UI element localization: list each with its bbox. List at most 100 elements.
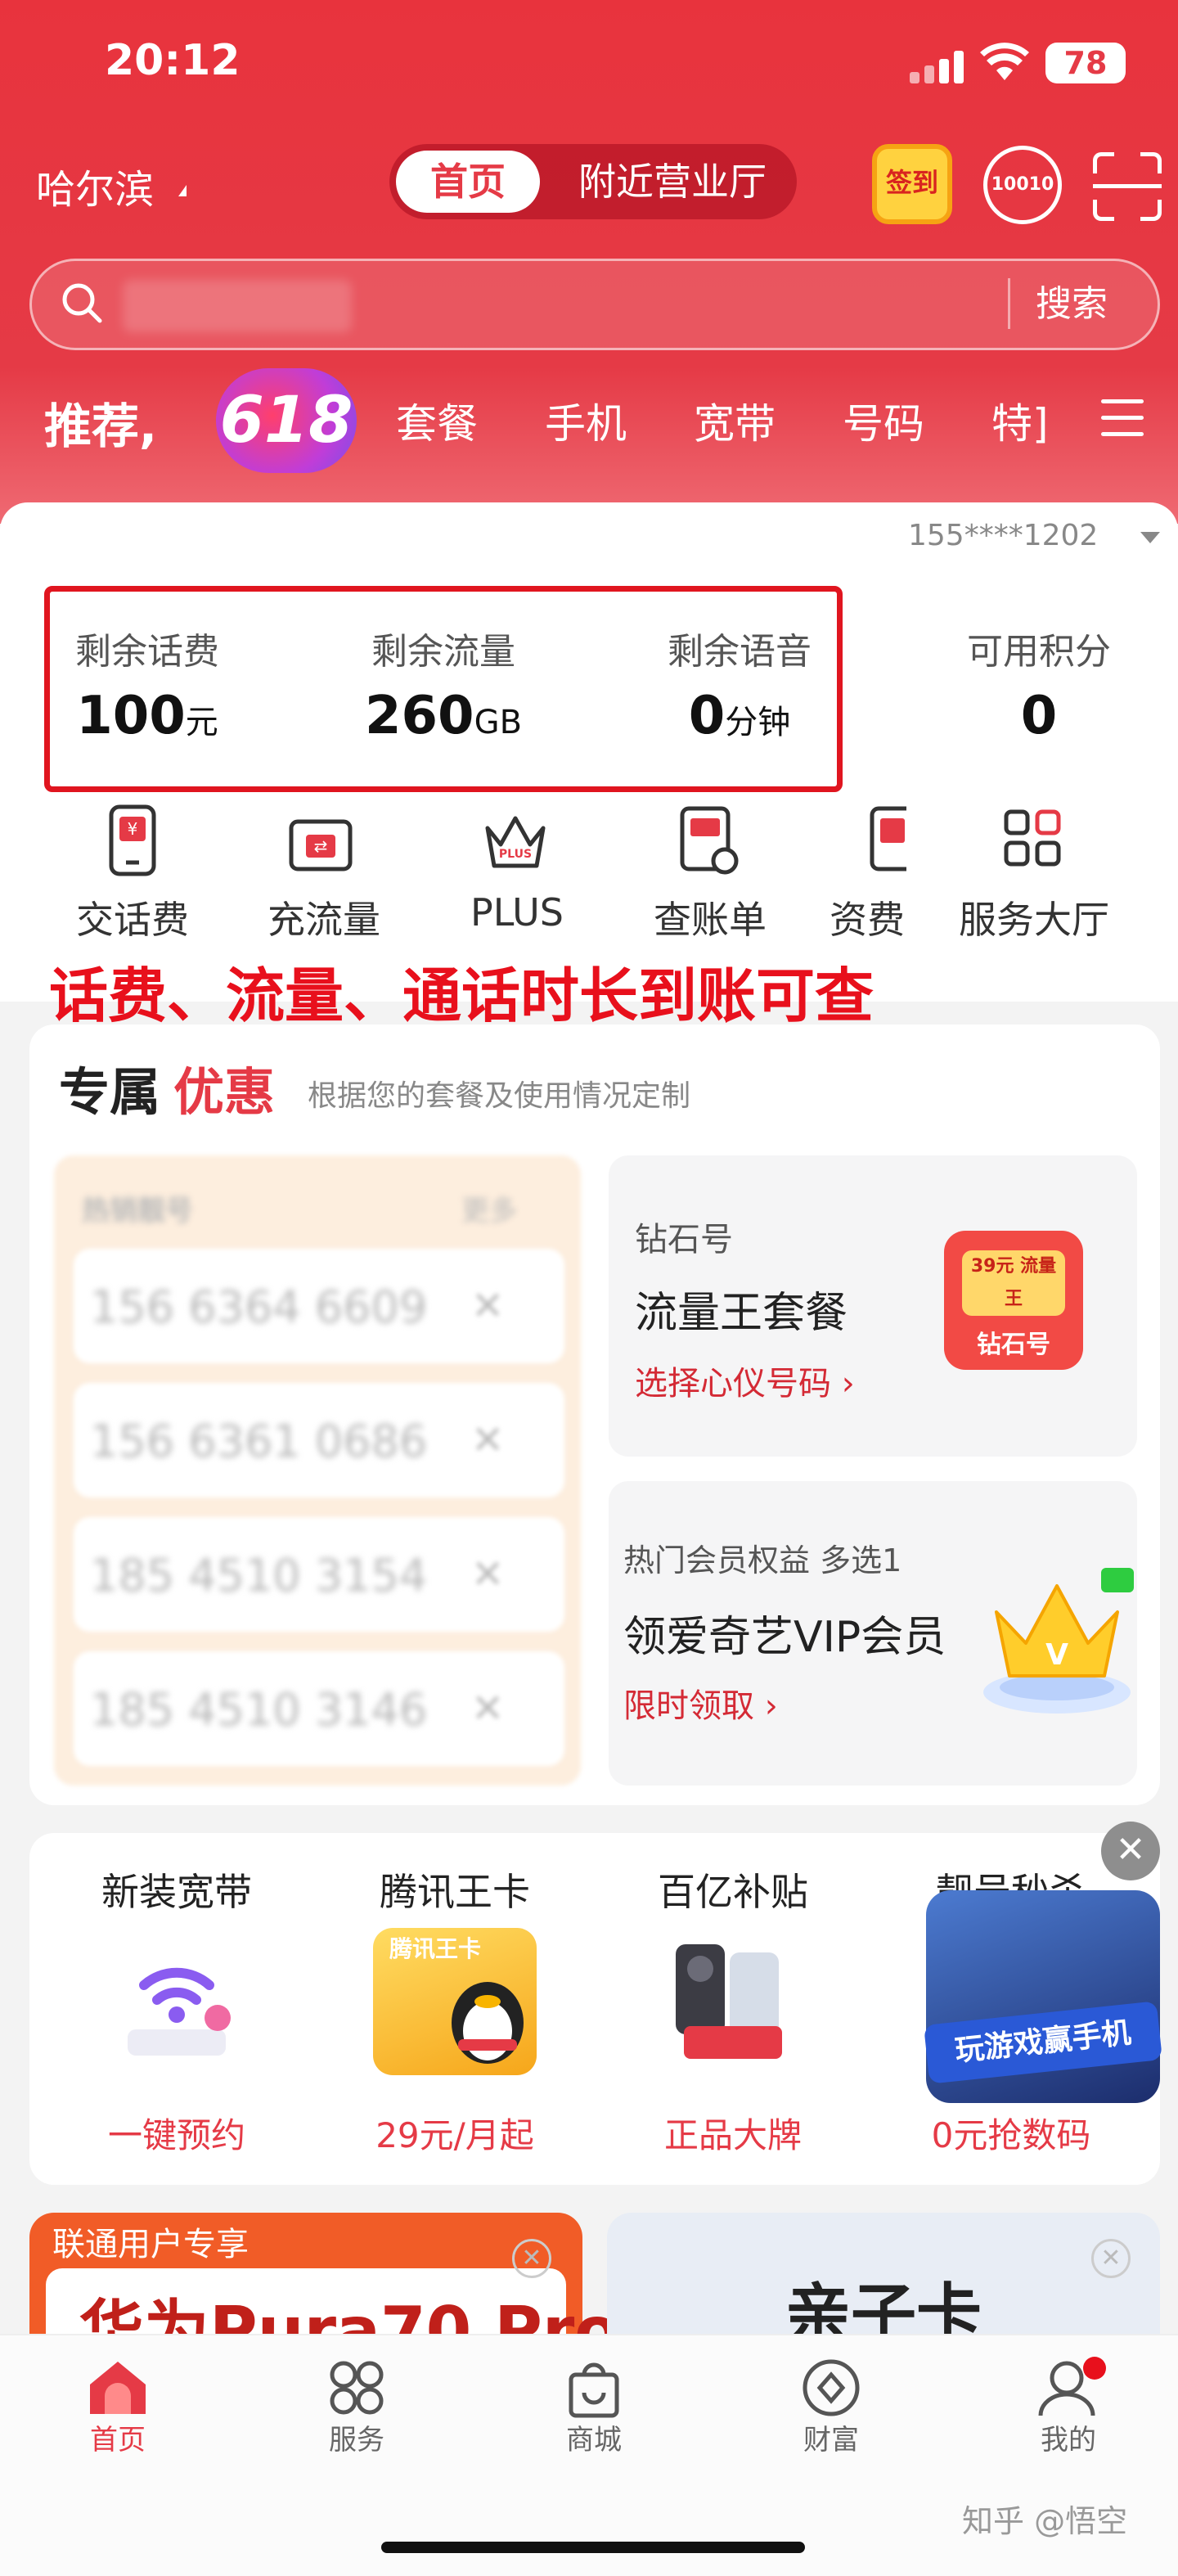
data-recharge-icon[interactable]: ⇄ xyxy=(288,804,353,877)
section-title: 专属 xyxy=(59,1062,161,1122)
stat-label-data: 剩余流量 xyxy=(371,631,515,673)
action-service-hall[interactable]: 服务大厅 xyxy=(936,890,1132,944)
tab-label-mine[interactable]: 我的 xyxy=(1003,2417,1134,2457)
service-sub-king-card[interactable]: 29元/月起 xyxy=(332,2108,578,2158)
status-time: 20:12 xyxy=(105,36,241,85)
service-hotline-button[interactable]: 10010 xyxy=(983,146,1062,224)
action-data-recharge[interactable]: 充流量 xyxy=(226,890,422,944)
home-icon[interactable] xyxy=(85,2357,151,2419)
diamond-card-label: 39元 流量王 xyxy=(962,1250,1065,1316)
search-button[interactable]: 搜索 xyxy=(1036,278,1108,331)
tab-label-home[interactable]: 首页 xyxy=(52,2417,183,2457)
promo-vip-title: 领爱奇艺VIP会员 xyxy=(623,1613,946,1662)
service-sub-broadband[interactable]: 一键预约 xyxy=(54,2108,299,2158)
svg-text:⇄: ⇄ xyxy=(314,836,328,856)
scan-icon[interactable] xyxy=(1093,152,1162,221)
service-title-subsidy: 百亿补贴 xyxy=(658,1870,808,1914)
crown-icon: V xyxy=(983,1568,1134,1714)
promo-vip-tag: 热门会员权益 多选1 xyxy=(623,1542,902,1578)
svg-text:V: V xyxy=(1045,1638,1068,1672)
city-selector[interactable]: 哈尔滨 xyxy=(36,157,154,214)
stat-number: 0 xyxy=(688,686,726,746)
battery-indicator: 78 xyxy=(1045,43,1126,83)
watermark: 知乎 @悟空 xyxy=(962,2503,1128,2539)
stat-label-points: 可用积分 xyxy=(967,631,1111,673)
svg-text:PLUS: PLUS xyxy=(499,848,532,861)
shopping-bag-icon[interactable] xyxy=(561,2357,627,2419)
wifi-icon xyxy=(980,43,1029,80)
close-icon[interactable]: ✕ xyxy=(471,1551,504,1597)
close-icon[interactable]: ✕ xyxy=(471,1417,504,1463)
stat-number: 260 xyxy=(364,686,474,746)
search-divider xyxy=(1008,278,1010,329)
home-indicator[interactable] xyxy=(381,2542,805,2553)
tariff-icon[interactable] xyxy=(866,804,906,877)
tab-label-wealth[interactable]: 财富 xyxy=(766,2417,897,2457)
numbers-header: 热销靓号 xyxy=(82,1195,193,1227)
category-broadband[interactable]: 宽带 xyxy=(694,391,776,450)
action-plus[interactable]: PLUS xyxy=(419,890,615,934)
signin-button[interactable]: 签到 xyxy=(872,144,952,224)
notification-dot xyxy=(1083,2357,1106,2380)
promo-link-label: 限时领取 xyxy=(623,1687,754,1725)
category-phone[interactable]: 手机 xyxy=(545,391,627,450)
close-icon[interactable]: ✕ xyxy=(471,1283,504,1329)
diamond-card-name: 钻石号 xyxy=(977,1331,1050,1359)
plus-crown-icon[interactable]: PLUS xyxy=(483,804,548,877)
tab-home[interactable]: 首页 xyxy=(396,151,540,213)
category-recommend[interactable]: 推荐, xyxy=(44,388,157,457)
promo-vip-link[interactable]: 限时领取 › xyxy=(623,1679,778,1727)
service-sub-subsidy[interactable]: 正品大牌 xyxy=(610,2108,856,2158)
promo-link-label: 选择心仪号码 xyxy=(635,1365,831,1403)
number-text: 185 4510 3146 xyxy=(90,1684,428,1736)
stat-value-voice[interactable]: 0分钟 xyxy=(625,686,854,746)
stat-unit: GB xyxy=(474,704,523,741)
stat-value-data[interactable]: 260GB xyxy=(329,686,558,746)
badge-618[interactable]: 618 xyxy=(216,368,357,473)
close-icon[interactable]: ✕ xyxy=(1101,1822,1160,1880)
stat-unit: 元 xyxy=(185,704,218,741)
promo-diamond-title: 流量王套餐 xyxy=(635,1289,848,1338)
phones-gift-icon[interactable] xyxy=(651,1928,815,2075)
search-placeholder xyxy=(123,280,352,332)
unicom-tag: 联通用户专享 xyxy=(52,2226,249,2263)
promo-diamond-tag: 钻石号 xyxy=(635,1221,733,1259)
close-icon[interactable]: ✕ xyxy=(471,1686,504,1732)
svg-text:¥: ¥ xyxy=(128,819,138,839)
router-icon[interactable] xyxy=(95,1928,259,2075)
category-plan[interactable]: 套餐 xyxy=(396,391,478,450)
tab-label-services[interactable]: 服务 xyxy=(291,2417,422,2457)
close-icon[interactable]: ✕ xyxy=(1091,2239,1131,2278)
service-title-broadband: 新装宽带 xyxy=(101,1870,252,1914)
bill-query-icon[interactable] xyxy=(676,804,741,877)
service-sub-flash-sale[interactable]: 0元抢数码 xyxy=(888,2108,1134,2158)
stat-unit: 分钟 xyxy=(725,704,791,741)
phone-number-selector[interactable]: 155****1202 xyxy=(908,519,1098,552)
menu-icon[interactable] xyxy=(1101,399,1144,437)
category-number[interactable]: 号码 xyxy=(843,391,924,450)
numbers-more-link[interactable]: 更多 xyxy=(461,1188,517,1228)
service-hall-icon[interactable] xyxy=(1000,804,1065,877)
stat-label-voice: 剩余语音 xyxy=(668,631,812,673)
stat-label-balance: 剩余话费 xyxy=(75,631,219,673)
category-recommend-label: 推荐 xyxy=(44,399,140,454)
close-icon[interactable]: ✕ xyxy=(512,2239,551,2278)
caret-down-icon xyxy=(1140,532,1160,543)
stat-number: 100 xyxy=(76,686,186,746)
annotation-text: 话费、流量、通话时长到账可查 xyxy=(49,961,875,1030)
action-pay-bill[interactable]: 交话费 xyxy=(34,890,231,944)
penguin-icon xyxy=(452,1982,524,2064)
tab-nearby-hall[interactable]: 附近营业厅 xyxy=(558,151,787,213)
pay-bill-icon[interactable]: ¥ xyxy=(100,804,165,877)
tencent-card-label: 腾讯王卡 xyxy=(389,1935,482,1962)
promo-diamond-link[interactable]: 选择心仪号码 › xyxy=(635,1357,855,1404)
coin-icon[interactable] xyxy=(798,2357,864,2419)
services-grid-icon[interactable] xyxy=(324,2357,389,2419)
stat-number: 0 xyxy=(1020,686,1058,746)
search-icon xyxy=(62,283,102,323)
stat-value-points[interactable]: 0 xyxy=(924,686,1153,746)
category-special[interactable]: 特] xyxy=(991,391,1049,450)
caret-down-icon xyxy=(178,185,187,196)
stat-value-balance[interactable]: 100元 xyxy=(33,686,262,746)
tab-label-mall[interactable]: 商城 xyxy=(528,2417,659,2457)
